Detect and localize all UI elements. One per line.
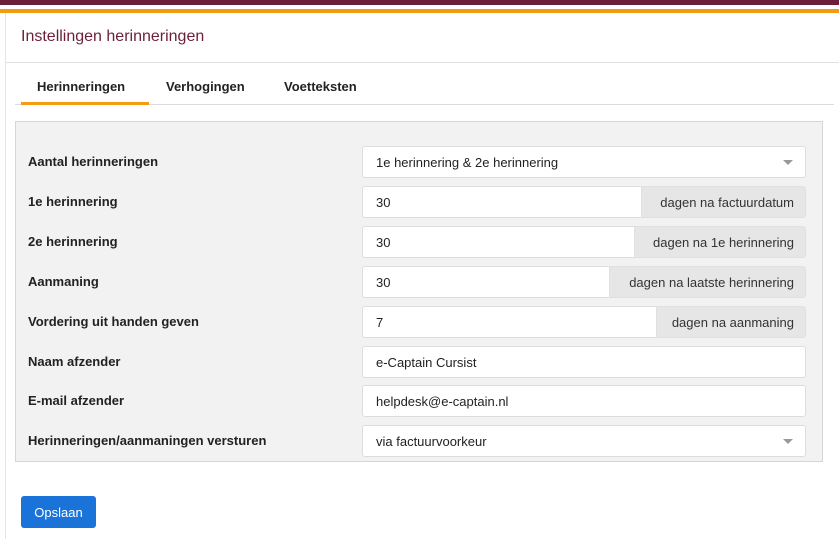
- tab-label: Voetteksten: [284, 79, 357, 94]
- vordering-label: Vordering uit handen geven: [28, 314, 199, 329]
- eerste-herinnering-label: 1e herinnering: [28, 194, 118, 209]
- eerste-herinnering-value: 30: [376, 195, 391, 210]
- vordering-input[interactable]: 7: [362, 306, 656, 338]
- chevron-down-icon: [783, 439, 793, 444]
- page-title: Instellingen herinneringen: [21, 28, 205, 45]
- aantal-herinneringen-select[interactable]: 1e herinnering & 2e herinnering: [362, 146, 806, 178]
- versturen-select[interactable]: via factuurvoorkeur: [362, 425, 806, 457]
- row-eerste-herinnering: 1e herinnering 30 dagen na factuurdatum: [16, 186, 824, 218]
- tab-label: Herinneringen: [37, 79, 126, 94]
- aanmaning-addon: dagen na laatste herinnering: [609, 266, 806, 298]
- email-afzender-label: E-mail afzender: [28, 393, 125, 408]
- vordering-group: 7 dagen na aanmaning: [362, 306, 806, 338]
- naam-afzender-input[interactable]: e-Captain Cursist: [362, 346, 806, 378]
- aantal-herinneringen-label: Aantal herinneringen: [28, 154, 159, 169]
- aanmaning-label: Aanmaning: [28, 274, 99, 289]
- naam-afzender-value: e-Captain Cursist: [376, 355, 477, 370]
- vordering-value: 7: [376, 315, 384, 330]
- row-versturen: Herinneringen/aanmaningen versturen via …: [16, 425, 824, 457]
- tab-voetteksten[interactable]: Voetteksten: [268, 79, 373, 105]
- addon-text: dagen na factuurdatum: [660, 195, 794, 210]
- eerste-herinnering-input[interactable]: 30: [362, 186, 641, 218]
- chevron-down-icon: [783, 160, 793, 165]
- addon-text: dagen na laatste herinnering: [629, 275, 794, 290]
- tab-herinneringen[interactable]: Herinneringen: [21, 79, 149, 105]
- row-aanmaning: Aanmaning 30 dagen na laatste herinnerin…: [16, 266, 824, 298]
- addon-text: dagen na aanmaning: [671, 315, 794, 330]
- naam-afzender-label: Naam afzender: [28, 354, 121, 369]
- tweede-herinnering-group: 30 dagen na 1e herinnering: [362, 226, 806, 258]
- email-afzender-input[interactable]: helpdesk@e-captain.nl: [362, 385, 806, 417]
- aanmaning-input[interactable]: 30: [362, 266, 609, 298]
- eerste-herinnering-group: 30 dagen na factuurdatum: [362, 186, 806, 218]
- save-button[interactable]: Opslaan: [21, 496, 96, 528]
- aanmaning-value: 30: [376, 275, 391, 290]
- tab-label: Verhogingen: [166, 79, 245, 94]
- tweede-herinnering-addon: dagen na 1e herinnering: [634, 226, 806, 258]
- tab-verhogingen[interactable]: Verhogingen: [150, 79, 261, 105]
- tweede-herinnering-label: 2e herinnering: [28, 234, 118, 249]
- eerste-herinnering-addon: dagen na factuurdatum: [641, 186, 806, 218]
- tweede-herinnering-value: 30: [376, 235, 391, 250]
- row-tweede-herinnering: 2e herinnering 30 dagen na 1e herinnerin…: [16, 226, 824, 258]
- aantal-herinneringen-value: 1e herinnering & 2e herinnering: [376, 155, 559, 170]
- card-header: Instellingen herinneringen: [6, 13, 839, 63]
- reminder-settings-form: Aantal herinneringen 1e herinnering & 2e…: [15, 121, 823, 462]
- row-vordering: Vordering uit handen geven 7 dagen na aa…: [16, 306, 824, 338]
- top-color-bar: [0, 0, 839, 13]
- versturen-label: Herinneringen/aanmaningen versturen: [28, 433, 267, 448]
- addon-text: dagen na 1e herinnering: [653, 235, 794, 250]
- tweede-herinnering-input[interactable]: 30: [362, 226, 634, 258]
- tab-bar: Herinneringen Verhogingen Voetteksten: [15, 73, 834, 105]
- vordering-addon: dagen na aanmaning: [656, 306, 806, 338]
- row-aantal-herinneringen: Aantal herinneringen 1e herinnering & 2e…: [16, 146, 824, 178]
- aanmaning-group: 30 dagen na laatste herinnering: [362, 266, 806, 298]
- email-afzender-value: helpdesk@e-captain.nl: [376, 394, 509, 409]
- row-email-afzender: E-mail afzender helpdesk@e-captain.nl: [16, 385, 824, 417]
- versturen-value: via factuurvoorkeur: [376, 434, 487, 449]
- row-naam-afzender: Naam afzender e-Captain Cursist: [16, 346, 824, 378]
